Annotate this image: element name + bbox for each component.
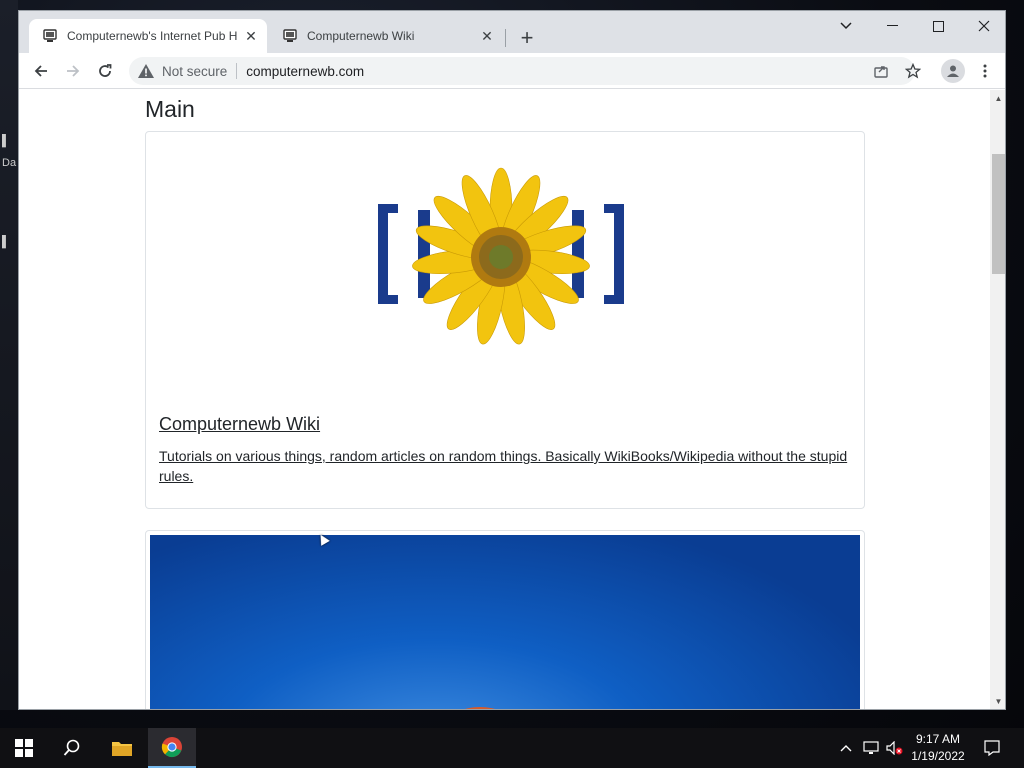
desktop-preview-image[interactable] [150,535,860,709]
chevron-up-icon[interactable] [836,728,856,768]
close-tab-icon[interactable]: ✕ [479,28,495,44]
page-viewport: Main Computernewb Wiki Tutorials on vari… [19,90,990,709]
browser-window: Computernewb's Internet Pub Hub ✕ Comput… [18,10,1006,710]
sunflower-logo-icon[interactable] [376,162,636,362]
wiki-description-link[interactable]: Tutorials on various things, random arti… [159,446,854,486]
desktop-preview-card [145,530,865,709]
search-icon[interactable] [48,728,96,768]
system-clock[interactable]: 9:17 AM 1/19/2022 [906,731,970,765]
back-button[interactable] [27,57,55,85]
page-heading: Main [145,96,195,122]
tab-strip: Computernewb's Internet Pub Hub ✕ Comput… [19,11,1005,53]
tab-title: Computernewb's Internet Pub Hub [67,29,237,43]
chrome-taskbar-icon[interactable] [148,728,196,768]
reload-button[interactable] [91,57,119,85]
wiki-card: Computernewb Wiki Tutorials on various t… [145,131,865,509]
desktop-background: ▌ Da ▌ [0,0,18,710]
notifications-icon[interactable] [978,728,1006,768]
desktop-icon-glyph: ▌ [2,135,10,147]
browser-toolbar: Not secure computernewb.com [19,53,1005,89]
profile-avatar-icon[interactable] [941,59,965,83]
volume-muted-icon[interactable] [884,728,906,768]
new-tab-button[interactable]: + [513,25,541,53]
close-tab-icon[interactable]: ✕ [243,28,259,44]
file-explorer-icon[interactable] [98,728,146,768]
clock-time: 9:17 AM [915,732,961,746]
menu-kebab-icon[interactable] [971,57,999,85]
start-button[interactable] [0,728,48,768]
close-window-button[interactable] [961,11,1005,41]
security-status[interactable]: Not secure [162,64,227,79]
clock-date: 1/19/2022 [911,749,965,763]
tab-search-icon[interactable] [823,11,869,41]
tab-title: Computernewb Wiki [307,29,415,43]
scroll-down-arrow-icon[interactable]: ▼ [990,695,1005,709]
scroll-thumb[interactable] [992,154,1005,274]
address-bar[interactable]: Not secure computernewb.com [129,57,915,85]
wiki-link[interactable]: Computernewb Wiki [159,414,320,435]
warning-icon[interactable] [138,63,154,79]
share-icon[interactable] [867,57,895,85]
taskbar: 9:17 AM 1/19/2022 [0,728,1024,768]
computer-favicon-icon [281,27,299,45]
forward-button[interactable] [59,57,87,85]
tab-separator [505,29,506,47]
network-icon[interactable] [860,728,882,768]
desktop-icon-label[interactable]: Da [2,157,16,169]
computer-favicon-icon [41,27,59,45]
url-text[interactable]: computernewb.com [246,64,364,79]
desktop-icon-glyph-2: ▌ [2,236,10,248]
tab-internet-pub-hub[interactable]: Computernewb's Internet Pub Hub ✕ [29,19,267,53]
omnibox-divider [236,63,238,79]
maximize-button[interactable] [915,11,961,41]
preview-sun-shape [450,707,510,709]
vertical-scrollbar[interactable]: ▲ ▼ [990,90,1005,709]
tab-computernewb-wiki[interactable]: Computernewb Wiki ✕ [269,19,503,53]
bookmark-star-icon[interactable] [899,57,927,85]
minimize-button[interactable] [869,11,915,41]
scroll-up-arrow-icon[interactable]: ▲ [990,92,1005,106]
